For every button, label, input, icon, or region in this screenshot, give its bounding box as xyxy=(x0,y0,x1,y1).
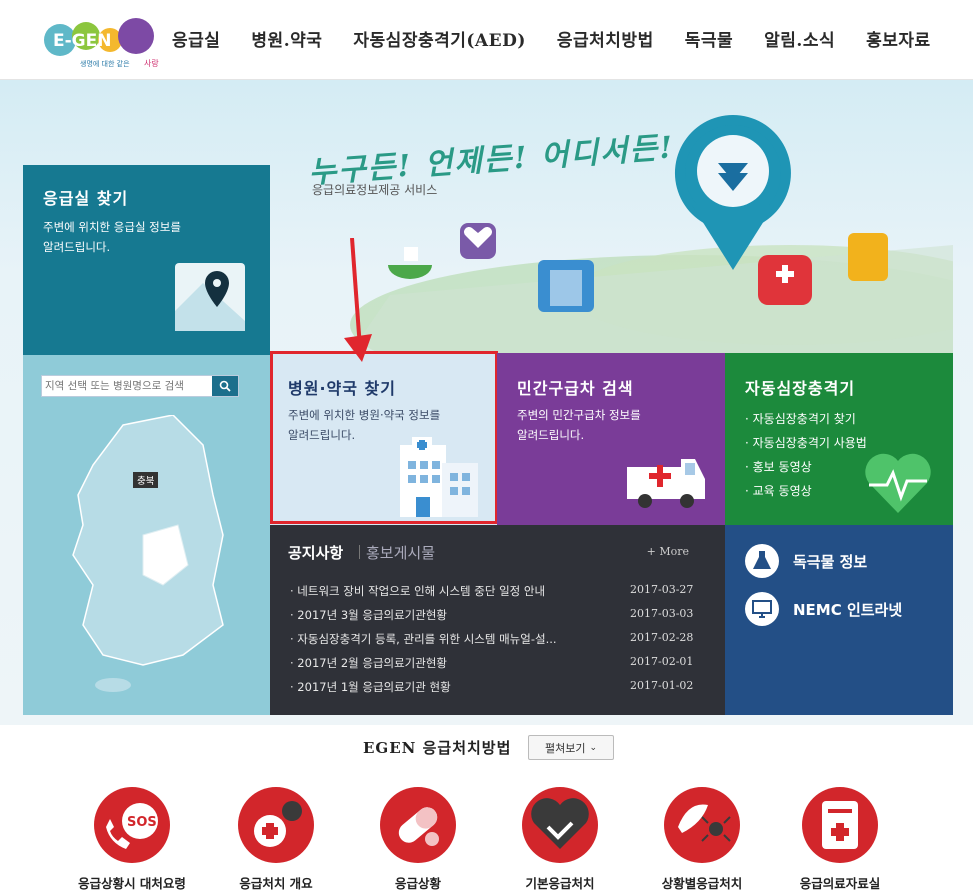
guide-label: 응급상황 xyxy=(394,876,441,891)
egen-logo[interactable]: E-GEN 생명에 대한 같은 사랑 xyxy=(40,12,170,70)
guide-label: 기본응급처치 xyxy=(525,876,595,891)
nav-emergency-room[interactable]: 응급실 xyxy=(172,26,220,52)
svg-text:생명에 대한 같은: 생명에 대한 같은 xyxy=(80,59,130,68)
region-label: 충북 xyxy=(133,472,159,488)
guide-label: 응급의료자료실 xyxy=(799,876,881,891)
guide-label: 상황별응급처치 xyxy=(661,876,743,891)
region-search-input[interactable] xyxy=(42,376,213,396)
notice-date: 2017-02-01 xyxy=(630,655,694,668)
aed-panel[interactable]: 자동심장충격기 · 자동심장충격기 찾기 · 자동심장충격기 사용법 · 홍보 … xyxy=(725,353,953,525)
guide-item[interactable]: 응급의료자료실 xyxy=(770,787,910,892)
highlight-box xyxy=(270,351,498,524)
more-link[interactable]: + More xyxy=(647,545,689,558)
expand-button[interactable]: 펼쳐보기 ⌄ xyxy=(528,735,614,760)
nav-news[interactable]: 알림.소식 xyxy=(764,26,835,52)
nav-first-aid[interactable]: 응급처치방법 xyxy=(557,26,654,52)
pill-icon xyxy=(380,787,456,863)
site-header: E-GEN 생명에 대한 같은 사랑 응급실 병원.약국 자동심장충격기(AED… xyxy=(0,0,973,80)
nemc-intranet-link[interactable]: NEMC 인트라넷 xyxy=(745,591,902,627)
notice-date: 2017-01-02 xyxy=(630,679,694,692)
first-aid-guide-title: EGEN 응급처치방법 xyxy=(363,739,512,757)
notice-date: 2017-03-03 xyxy=(630,607,694,620)
notice-row[interactable]: · 자동심장충격기 등록, 관리를 위한 시스템 매뉴얼-설... 2017-0… xyxy=(290,631,710,651)
nav-aed[interactable]: 자동심장충격기(AED) xyxy=(353,26,525,52)
nemc-intranet-label: NEMC 인트라넷 xyxy=(793,600,903,619)
search-icon xyxy=(219,380,231,392)
quick-links-panel: 독극물 정보 NEMC 인트라넷 xyxy=(725,525,953,715)
private-ambulance-panel[interactable]: 민간구급차 검색 주변의 민간구급차 정보를 알려드립니다. xyxy=(497,353,725,525)
heart-pulse-icon xyxy=(865,453,931,513)
notice-row[interactable]: · 네트워크 장비 작업으로 인해 시스템 중단 일정 안내 2017-03-2… xyxy=(290,583,710,603)
region-map-panel: 충북 xyxy=(23,355,270,715)
notice-title: · 2017년 2월 응급의료기관현황 xyxy=(290,656,448,670)
ambulance-icon xyxy=(627,459,705,508)
notice-row[interactable]: · 2017년 2월 응급의료기관현황 2017-02-01 xyxy=(290,655,710,675)
sos-phone-icon: SOS xyxy=(94,787,170,863)
notice-title: · 자동심장충격기 등록, 관리를 위한 시스템 매뉴얼-설... xyxy=(290,632,557,646)
poison-info-label: 독극물 정보 xyxy=(793,552,868,571)
guide-item[interactable]: SOS 응급상황시 대처요령 xyxy=(62,787,202,892)
guide-item[interactable]: 상황별응급처치 xyxy=(632,787,772,892)
er-finder-title: 응급실 찾기 xyxy=(43,189,129,208)
notice-date: 2017-03-27 xyxy=(630,583,694,596)
insect-icon xyxy=(664,787,740,863)
guide-label: 응급처치 개요 xyxy=(239,876,313,891)
red-arrow-annotation xyxy=(344,238,372,362)
notice-row[interactable]: · 2017년 3월 응급의료기관현황 2017-03-03 xyxy=(290,607,710,627)
tab-notice[interactable]: 공지사항 xyxy=(288,542,343,563)
flask-icon xyxy=(745,544,779,578)
main-nav: 응급실 병원.약국 자동심장충격기(AED) 응급처치방법 독극물 알림.소식 … xyxy=(172,26,931,52)
aed-link-promo-video[interactable]: · 홍보 동영상 xyxy=(745,455,867,479)
korea-map[interactable] xyxy=(63,415,243,695)
map-pin-icon xyxy=(175,263,245,331)
region-search-box xyxy=(41,375,239,397)
notice-board: 공지사항 홍보게시물 + More · 네트워크 장비 작업으로 인해 시스템 … xyxy=(270,525,725,715)
aed-panel-title: 자동심장충격기 xyxy=(745,379,856,398)
guide-item[interactable]: 응급처치 개요 xyxy=(206,787,346,892)
svg-text:E-GEN: E-GEN xyxy=(53,31,111,51)
svg-text:SOS: SOS xyxy=(127,815,157,830)
gear-cross-icon xyxy=(238,787,314,863)
aed-link-find[interactable]: · 자동심장충격기 찾기 xyxy=(745,407,867,431)
notice-title: · 2017년 1월 응급의료기관 현황 xyxy=(290,680,451,694)
tab-separator xyxy=(359,545,360,559)
svg-text:사랑: 사랑 xyxy=(144,58,159,68)
tab-promo-posts[interactable]: 홍보게시물 xyxy=(366,542,435,563)
guide-label: 응급상황시 대처요령 xyxy=(78,876,186,891)
aed-link-edu-video[interactable]: · 교육 동영상 xyxy=(745,479,867,503)
guide-item[interactable]: 기본응급처치 xyxy=(490,787,630,892)
nav-poison[interactable]: 독극물 xyxy=(685,26,733,52)
notice-row[interactable]: · 2017년 1월 응급의료기관 현황 2017-01-02 xyxy=(290,679,710,699)
notice-date: 2017-02-28 xyxy=(630,631,694,644)
guide-item[interactable]: 응급상황 xyxy=(348,787,488,892)
notice-title: · 2017년 3월 응급의료기관현황 xyxy=(290,608,448,622)
hero-subtitle: 응급의료정보제공 서비스 xyxy=(312,183,438,197)
poison-info-link[interactable]: 독극물 정보 xyxy=(745,543,867,579)
private-ambulance-title: 민간구급차 검색 xyxy=(517,379,634,398)
monitor-icon xyxy=(745,592,779,626)
er-finder-panel[interactable]: 응급실 찾기 주변에 위치한 응급실 정보를 알려드립니다. xyxy=(23,165,270,355)
heart-hands-icon xyxy=(522,787,598,863)
er-finder-desc: 주변에 위치한 응급실 정보를 알려드립니다. xyxy=(43,220,181,254)
nav-hospital-pharmacy[interactable]: 병원.약국 xyxy=(251,26,322,52)
nav-promo[interactable]: 홍보자료 xyxy=(866,26,931,52)
document-icon xyxy=(802,787,878,863)
aed-link-list: · 자동심장충격기 찾기 · 자동심장충격기 사용법 · 홍보 동영상 · 교육… xyxy=(745,407,867,503)
search-button[interactable] xyxy=(212,376,238,396)
private-ambulance-desc: 주변의 민간구급차 정보를 알려드립니다. xyxy=(517,408,641,442)
aed-link-usage[interactable]: · 자동심장충격기 사용법 xyxy=(745,431,867,455)
notice-title: · 네트워크 장비 작업으로 인해 시스템 중단 일정 안내 xyxy=(290,584,546,598)
expand-label: 펼쳐보기 xyxy=(544,741,586,755)
chevron-down-icon: ⌄ xyxy=(589,742,598,753)
